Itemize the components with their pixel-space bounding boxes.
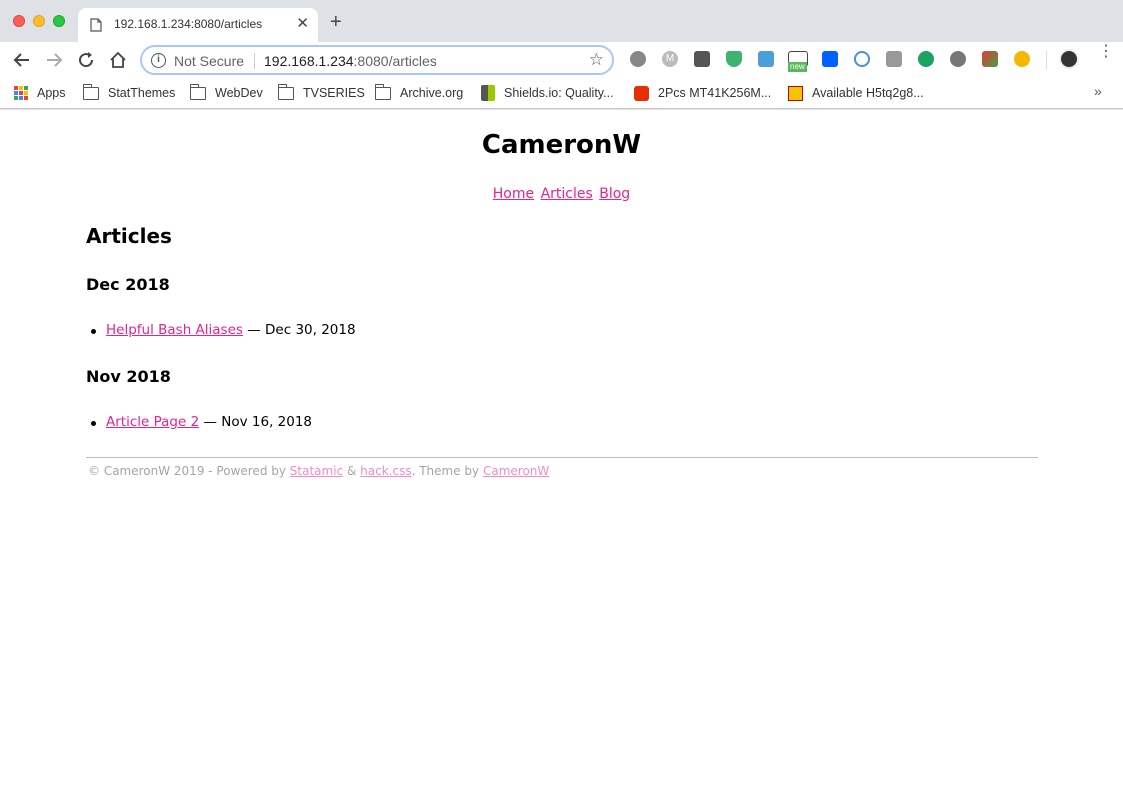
camera-extension-icon[interactable] — [758, 51, 774, 67]
web-page: CameronW Home Articles Blog Articles Dec… — [0, 110, 1123, 797]
menu-icon[interactable]: ⋮ — [1098, 44, 1114, 60]
footer-divider — [86, 457, 1038, 458]
browser-chrome: 192.168.1.234:8080/articles ✕ + i Not Se… — [0, 0, 1123, 110]
address-bar[interactable]: i Not Secure 192.168.1.234:8080/articles… — [140, 45, 614, 75]
colorful-extension-icon[interactable] — [982, 51, 998, 67]
list-item: Article Page 2 — Nov 16, 2018 — [90, 414, 313, 430]
folder-icon — [190, 83, 206, 100]
site-title: CameronW — [481, 130, 642, 160]
bookmark-label: TVSERIES — [303, 86, 365, 100]
arrow-right-icon — [47, 53, 63, 67]
bookmark-shields[interactable]: Shields.io: Quality... — [481, 84, 614, 102]
shield-extension-icon[interactable] — [726, 51, 742, 67]
nav-articles-link[interactable]: Articles — [541, 186, 593, 202]
swirl-extension-icon[interactable] — [854, 51, 870, 67]
theme-author-link[interactable]: CameronW — [483, 464, 549, 478]
new-badge: new — [788, 62, 807, 72]
ebay-icon — [788, 85, 803, 101]
chat-extension-icon[interactable] — [918, 51, 934, 67]
info-icon[interactable]: i — [151, 53, 166, 68]
apps-grid-icon — [14, 86, 28, 100]
list-item: Helpful Bash Aliases — Dec 30, 2018 — [91, 322, 356, 338]
tab-articles[interactable]: 192.168.1.234:8080/articles ✕ — [78, 8, 318, 42]
article-link[interactable]: Helpful Bash Aliases — [106, 322, 243, 338]
page-heading: Articles — [86, 224, 172, 248]
month-heading: Dec 2018 — [86, 275, 170, 294]
bookmark-label: Apps — [37, 86, 66, 100]
bookmark-label: StatThemes — [108, 86, 176, 100]
footer-theme-text: . Theme by — [411, 464, 480, 478]
bookmark-label: Shields.io: Quality... — [504, 86, 614, 100]
zoom-window-button[interactable] — [53, 15, 65, 27]
nav-home-link[interactable]: Home — [493, 186, 534, 202]
folder-icon — [278, 83, 294, 100]
bookmark-label: 2Pcs MT41K256M... — [658, 86, 772, 100]
footer-prefix: © CameronW 2019 - Powered by — [88, 464, 286, 478]
bookmark-webdev[interactable]: WebDev — [190, 83, 263, 102]
forward-button[interactable] — [44, 50, 64, 70]
nav-blog-link[interactable]: Blog — [599, 186, 630, 202]
article-date: — Dec 30, 2018 — [247, 322, 356, 338]
new-tab-button[interactable]: + — [330, 12, 342, 32]
url-host: 192.168.1.234 — [264, 53, 354, 69]
bookmark-label: Archive.org — [400, 86, 464, 100]
bookmark-ebay[interactable]: Available H5tq2g8... — [788, 84, 924, 102]
tab-title: 192.168.1.234:8080/articles — [114, 17, 263, 31]
chevron-double-right-icon[interactable]: » — [1094, 83, 1102, 99]
reload-button[interactable] — [76, 50, 96, 70]
site-nav: Home Articles Blog — [0, 186, 1123, 202]
bookmark-label: Available H5tq2g8... — [812, 86, 924, 100]
article-date: — Nov 16, 2018 — [203, 414, 313, 430]
minimize-window-button[interactable] — [33, 15, 45, 27]
hackcss-link[interactable]: hack.css — [360, 464, 411, 478]
close-window-button[interactable] — [13, 15, 25, 27]
back-button[interactable] — [12, 50, 32, 70]
bookmark-statthemes[interactable]: StatThemes — [83, 83, 176, 102]
bookmark-archive[interactable]: Archive.org — [375, 83, 464, 102]
month-heading: Nov 2018 — [86, 367, 171, 386]
folder-icon — [375, 83, 391, 100]
mail-extension-icon[interactable] — [694, 51, 710, 67]
bulb-extension-icon[interactable] — [950, 51, 966, 67]
folder-icon — [83, 83, 99, 100]
dropbox-extension-icon[interactable] — [822, 51, 838, 67]
statamic-link[interactable]: Statamic — [290, 464, 343, 478]
home-button[interactable] — [108, 50, 128, 70]
bookmark-star-icon[interactable]: ☆ — [589, 50, 604, 70]
page-icon — [90, 18, 102, 32]
toolbar-divider — [1046, 51, 1047, 69]
omnibox-divider — [254, 53, 255, 69]
footer-amp: & — [346, 464, 357, 478]
security-label: Not Secure — [174, 53, 245, 69]
bookmarks-bar: Apps StatThemes WebDev TVSERIES Archive.… — [0, 78, 1123, 109]
tab-strip: 192.168.1.234:8080/articles ✕ + — [0, 0, 1123, 42]
toolbar: i Not Secure 192.168.1.234:8080/articles… — [0, 42, 1123, 78]
m-extension-icon[interactable]: M — [662, 51, 678, 67]
url-text: 192.168.1.234:8080/articles — [264, 53, 437, 69]
footer: © CameronW 2019 - Powered by Statamic & … — [88, 464, 549, 478]
arrow-left-icon — [13, 53, 29, 67]
bookmark-aliexpress[interactable]: 2Pcs MT41K256M... — [634, 84, 771, 102]
gear-extension-icon[interactable] — [630, 51, 646, 67]
screenshot-extension-icon[interactable]: new — [788, 51, 808, 72]
close-icon[interactable]: ✕ — [296, 14, 309, 32]
bookmark-tvseries[interactable]: TVSERIES — [278, 83, 365, 102]
url-path: :8080/articles — [353, 53, 437, 69]
bookmark-label: WebDev — [215, 86, 263, 100]
article-link[interactable]: Article Page 2 — [106, 414, 199, 430]
bitcoin-extension-icon[interactable] — [1014, 51, 1030, 67]
home-icon — [110, 51, 126, 68]
bookmark-apps[interactable]: Apps — [14, 84, 66, 102]
reload-icon — [79, 52, 94, 68]
aliexpress-icon — [634, 85, 649, 101]
k-extension-icon[interactable] — [886, 51, 902, 67]
shields-icon — [481, 85, 495, 101]
profile-avatar[interactable] — [1059, 49, 1079, 69]
